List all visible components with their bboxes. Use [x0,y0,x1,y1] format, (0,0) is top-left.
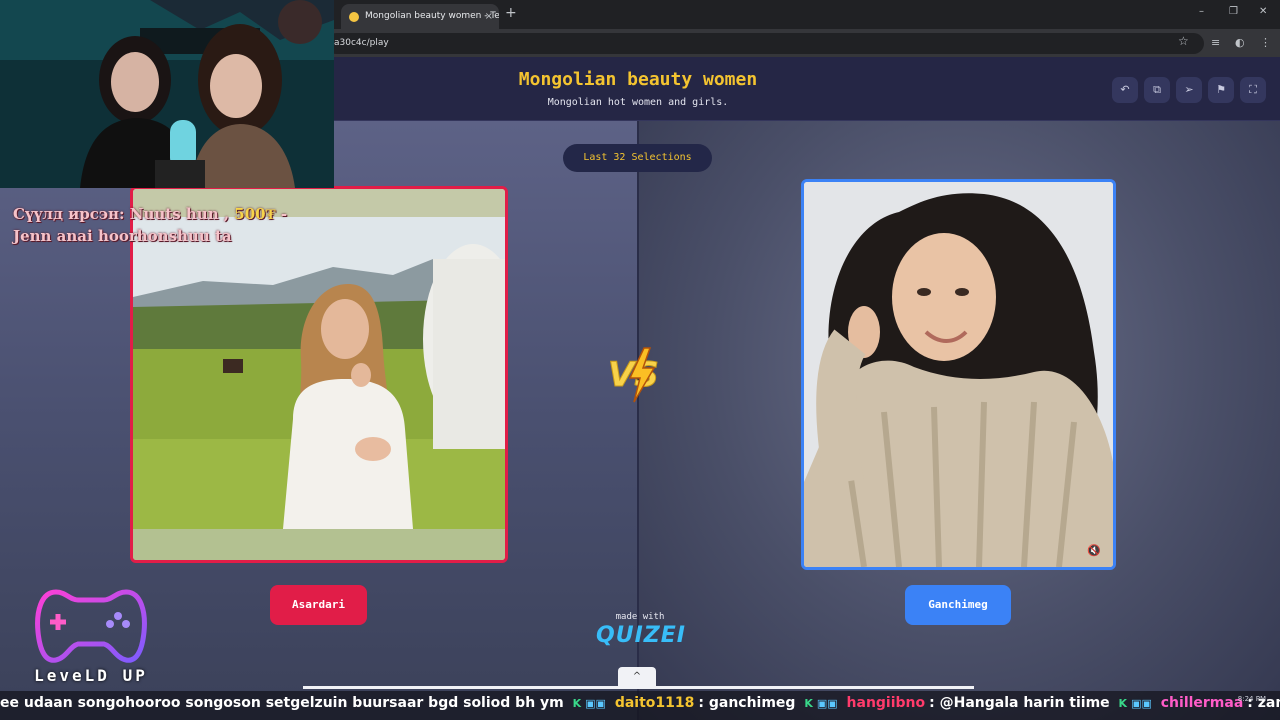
flag-icon: ⚑ [1216,83,1226,96]
chat-text: : ganchimeg [698,695,796,711]
taskbar-clock: 8:24 PM [1237,695,1266,703]
fullscreen-button[interactable]: ⛶ [1240,77,1266,103]
versus-badge: VS [608,347,659,403]
brand-text: LeveLD UP [34,666,148,685]
browser-tab[interactable]: Mongolian beauty women - Te × [341,4,499,29]
restore-icon[interactable]: ❐ [1229,6,1238,17]
page-subtitle: Mongolian hot women and girls. [547,97,729,108]
kick-badge-icon: K [572,697,582,710]
undo-button[interactable]: ↶ [1112,77,1138,103]
donation-suffix: - [275,205,288,223]
new-tab-button[interactable]: + [505,5,517,21]
tab-close-icon[interactable]: × [485,4,493,29]
page-title: Mongolian beauty women [518,69,758,90]
choose-right-button[interactable]: Ganchimeg [905,585,1011,625]
scroll-up-button[interactable]: ^ [618,667,656,687]
donation-message: Jenn anai hoorhonshuu ta [13,227,232,245]
send-icon: ➢ [1184,83,1194,96]
selections-badge: Last 32 Selections [563,144,712,172]
ticker-track: ee udaan songohooroo songoson setgelzuin… [0,695,1280,711]
webcam-feed [0,0,334,188]
sub-badge-icon: ▣▣ [816,697,838,710]
share-button[interactable]: ⧉ [1144,77,1170,103]
chat-text: : @Hangala harin tiime [929,695,1110,711]
right-choice-image[interactable]: 🔇 [801,179,1116,570]
report-button[interactable]: ⚑ [1208,77,1234,103]
progress-bar [303,686,974,689]
close-window-icon[interactable]: ✕ [1259,6,1267,17]
sub-badge-icon: ▣▣ [585,697,606,710]
fullscreen-icon: ⛶ [1249,83,1257,96]
kick-badge-icon: K [1118,697,1128,710]
media-control-icon[interactable]: ≡ [1211,36,1220,49]
address-bar[interactable]: a30c4c/play [326,33,1204,54]
right-photo [804,182,1113,567]
chat-user: hangiibno [846,695,926,711]
undo-icon: ↶ [1120,83,1130,96]
chat-ticker: ee udaan songohooroo songoson setgelzuin… [0,691,1280,720]
favicon-icon [349,12,359,22]
minimize-icon[interactable]: – [1199,6,1204,17]
chat-user: chillermaa [1160,695,1244,711]
chat-user: daito1118 [614,695,695,711]
donation-prefix: Сүүлд ирсэн: Nuuts hun , [13,205,235,223]
extension-icon[interactable]: ◐ [1235,36,1245,49]
donation-amount: 500₮ [234,205,276,223]
webcam-overlay [0,0,334,188]
quizei-logo[interactable]: QUIZEI [596,623,685,648]
mute-icon[interactable]: 🔇 [1087,544,1101,557]
ticker-lead: ee udaan songohooroo songoson setgelzuin… [0,695,564,711]
choose-left-button[interactable]: Asardari [270,585,367,625]
send-button[interactable]: ➢ [1176,77,1202,103]
sub-badge-icon: ▣▣ [1131,697,1152,710]
made-with-label: made with [615,612,665,622]
share-icon: ⧉ [1153,83,1161,96]
screen: Mongolian beauty women - Te × + – ❐ ✕ a3… [0,0,1280,720]
kick-badge-icon: K [804,697,813,710]
menu-icon[interactable]: ⋮ [1260,36,1271,49]
tab-title: Mongolian beauty women - Te [365,11,499,21]
bookmark-star-icon[interactable]: ☆ [1178,34,1189,48]
donation-alert: Сүүлд ирсэн: Nuuts hun , 500₮ - Jenn ana… [13,203,313,247]
